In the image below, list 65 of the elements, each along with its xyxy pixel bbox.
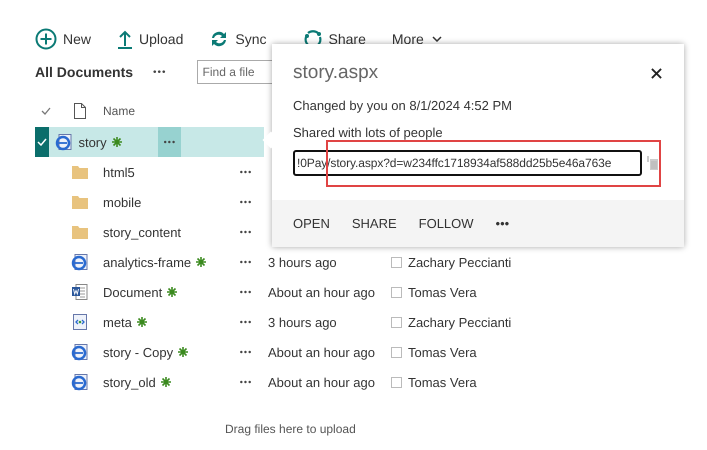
modified-by: Zachary Peccianti xyxy=(408,314,512,330)
file-name[interactable]: story_content xyxy=(103,224,182,240)
folder-icon xyxy=(72,165,88,179)
document-icon xyxy=(74,103,86,119)
web-page-icon xyxy=(71,343,89,361)
close-button[interactable] xyxy=(651,68,662,78)
callout-action[interactable]: SHARE xyxy=(352,216,397,231)
status-square-icon xyxy=(391,346,402,358)
column-header[interactable]: Name xyxy=(103,104,136,118)
file-name[interactable]: story xyxy=(78,134,107,150)
status-square-icon xyxy=(391,376,402,388)
code-file-icon xyxy=(71,313,89,331)
more-button[interactable]: ••• xyxy=(240,167,252,177)
shared-text: Shared with lots of people xyxy=(293,125,444,140)
drop-hint: Drag files here to upload xyxy=(225,422,357,436)
more-button[interactable]: ••• xyxy=(240,347,252,357)
file-name[interactable]: analytics-frame xyxy=(103,254,192,270)
callout-action[interactable]: ••• xyxy=(496,216,510,231)
file-name[interactable]: Document xyxy=(103,284,162,300)
toolbar-button[interactable]: More xyxy=(392,25,442,53)
upload-icon xyxy=(117,29,134,49)
toolbar-button[interactable]: Upload xyxy=(117,25,184,53)
more-button[interactable]: ••• xyxy=(240,377,252,387)
status-square-icon xyxy=(391,286,402,298)
more-button[interactable]: ••• xyxy=(240,227,252,237)
callout-action[interactable]: OPEN xyxy=(293,216,330,231)
check-icon[interactable] xyxy=(41,107,51,115)
more-button[interactable]: ••• xyxy=(240,257,252,267)
file-name[interactable]: story_old xyxy=(103,374,156,390)
chevron-down-icon xyxy=(432,36,442,42)
checkbox[interactable] xyxy=(37,138,48,146)
more-button[interactable]: ••• xyxy=(240,287,252,297)
changed-text: Changed by you on 8/1/2024 4:52 PM xyxy=(293,98,513,113)
plus-circle-icon xyxy=(35,28,57,50)
modified-time: About an hour ago xyxy=(268,374,375,390)
folder-icon xyxy=(72,225,88,239)
modified-by: Tomas Vera xyxy=(408,374,477,390)
modified-by: Tomas Vera xyxy=(408,284,477,300)
selected-row[interactable]: story ••• xyxy=(35,127,264,157)
folder-icon xyxy=(72,195,88,209)
modified-time: 3 hours ago xyxy=(268,254,337,270)
modified-by: Tomas Vera xyxy=(408,344,477,360)
more-button[interactable]: ••• xyxy=(240,197,252,207)
modified-time: About an hour ago xyxy=(268,284,375,300)
toolbar-button[interactable]: New xyxy=(35,25,92,53)
status-square-icon xyxy=(391,256,402,268)
more-button[interactable]: ••• xyxy=(240,317,252,327)
web-page-icon xyxy=(54,133,73,151)
web-page-icon xyxy=(71,373,89,391)
status-square-icon xyxy=(391,316,402,328)
more-button[interactable]: ••• xyxy=(153,66,167,78)
more-button[interactable]: ••• xyxy=(164,137,176,147)
file-name[interactable]: mobile xyxy=(103,194,142,210)
file-name[interactable]: meta xyxy=(103,314,132,330)
modified-time: About an hour ago xyxy=(268,344,375,360)
word-document-icon xyxy=(71,283,89,301)
toolbar-button[interactable]: Sync xyxy=(209,25,267,53)
copy-icon[interactable] xyxy=(647,155,659,171)
view-title[interactable]: All Documents xyxy=(35,64,134,80)
file-name[interactable]: story - Copy xyxy=(103,344,174,360)
web-page-icon xyxy=(71,253,89,271)
modified-by: Zachary Peccianti xyxy=(408,254,512,270)
file-name[interactable]: html5 xyxy=(103,164,135,180)
modified-time: 3 hours ago xyxy=(268,314,337,330)
callout-action[interactable]: FOLLOW xyxy=(418,216,474,231)
